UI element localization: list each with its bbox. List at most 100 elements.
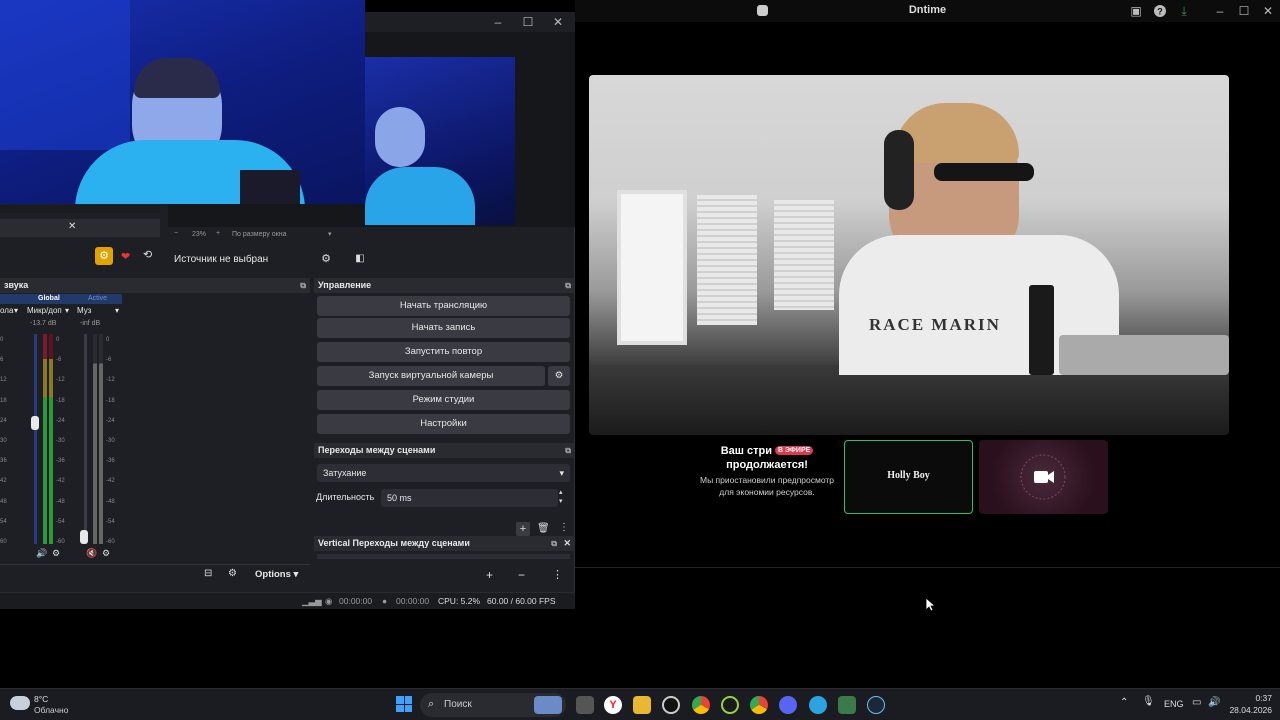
studio-mode-button[interactable]: Режим студии xyxy=(317,390,570,410)
mic-settings-icon[interactable]: ⚙ xyxy=(52,548,60,559)
language-indicator[interactable]: ENG xyxy=(1164,699,1184,709)
source-filters-icon[interactable]: ◧ xyxy=(350,249,370,269)
video-camera-icon xyxy=(1020,454,1066,500)
weather-desc[interactable]: Облачно xyxy=(34,705,68,715)
share-icon[interactable]: ⟲ xyxy=(143,248,152,261)
music-volume-slider-track[interactable] xyxy=(84,334,87,544)
clock-time[interactable]: 0:37 xyxy=(1236,693,1272,703)
stream-time: 00:00:00 xyxy=(339,596,373,606)
banner-note: Мы приостановили предпросмотр для эконом… xyxy=(699,475,835,497)
search-box[interactable]: ⌕ Поиск xyxy=(420,693,566,717)
settings-button[interactable]: Настройки xyxy=(317,414,570,434)
channel-1-label[interactable]: ола xyxy=(0,306,13,315)
close-dock-icon[interactable]: ✕ xyxy=(563,536,571,551)
undock-icon[interactable]: ⧉ xyxy=(565,278,571,293)
duration-stepper[interactable]: ▴ ▾ xyxy=(559,488,563,506)
options-button[interactable]: Options ▾ xyxy=(255,569,298,580)
app-logo-icon xyxy=(757,5,768,16)
thumb-camera[interactable] xyxy=(979,440,1108,514)
heart-icon[interactable]: ❤ xyxy=(121,250,130,263)
weather-temp[interactable]: 8°C xyxy=(34,694,48,704)
download-icon[interactable]: ⤓ xyxy=(1175,3,1193,19)
volume-icon[interactable]: 🔊 xyxy=(1208,697,1220,708)
add-vertical-transition-button[interactable]: + xyxy=(486,568,493,582)
vertical-transition-select[interactable] xyxy=(317,554,570,559)
more-options-icon[interactable]: ⋮ xyxy=(552,568,563,581)
mic-volume-slider-track[interactable] xyxy=(34,334,37,544)
channel-2-chevron-icon[interactable]: ▾ xyxy=(65,306,69,315)
media-icon[interactable]: ▣ xyxy=(1127,3,1145,19)
music-db-readout: -inf dB xyxy=(80,320,101,327)
more-options-icon[interactable]: ⋮ xyxy=(559,522,569,533)
headphones-left xyxy=(884,130,914,210)
maximize-button[interactable]: ☐ xyxy=(1235,3,1253,19)
zoom-in-button[interactable]: + xyxy=(216,230,220,237)
meter-scale-tick: -36 xyxy=(106,458,115,465)
microphone-icon[interactable]: 🎙 xyxy=(1142,696,1155,707)
obs-minimize-button[interactable]: – xyxy=(489,14,507,30)
add-transition-button[interactable]: + xyxy=(516,522,530,536)
music-muted-icon[interactable]: 🔇 xyxy=(86,548,97,559)
windows-start-icon[interactable] xyxy=(396,696,412,712)
trash-icon[interactable]: 🗑 xyxy=(537,523,550,534)
mic-speaker-icon[interactable]: 🔊 xyxy=(36,548,47,559)
steam-icon[interactable] xyxy=(867,696,885,714)
help-icon[interactable]: ? xyxy=(1151,3,1169,19)
gear-icon[interactable]: ⚙ xyxy=(95,247,113,265)
layout-icon[interactable]: ⊟ xyxy=(204,568,212,579)
channel-3-chevron-icon[interactable]: ▾ xyxy=(115,306,119,315)
mixer-tabs: Global Active xyxy=(0,294,122,304)
undock-icon[interactable]: ⧉ xyxy=(551,536,557,551)
chrome-profile-icon[interactable] xyxy=(750,696,768,714)
virtual-camera-gear-icon[interactable]: ⚙ xyxy=(548,366,570,386)
task-view-icon[interactable] xyxy=(576,696,594,714)
clock-date[interactable]: 28.04.2026 xyxy=(1222,705,1272,715)
channel-2-label[interactable]: Микр/доп xyxy=(27,306,62,315)
yandex-browser-icon[interactable]: Y xyxy=(604,696,622,714)
transition-selected: Затухание xyxy=(323,468,367,478)
file-explorer-icon[interactable] xyxy=(633,696,651,714)
meter-scale-tick: -36 xyxy=(56,458,65,465)
duration-input[interactable]: 50 ms xyxy=(381,489,558,507)
source-properties-gear-icon[interactable]: ⚙ xyxy=(316,249,336,269)
undock-icon[interactable]: ⧉ xyxy=(565,443,571,458)
channel-1-chevron-icon[interactable]: ▾ xyxy=(14,306,18,315)
virtual-camera-button[interactable]: Запуск виртуальной камеры xyxy=(317,366,545,386)
display-icon[interactable]: ▭ xyxy=(1192,697,1201,708)
start-record-button[interactable]: Начать запись xyxy=(317,318,570,338)
mixer-settings-icon[interactable]: ⚙ xyxy=(228,568,237,579)
start-replay-button[interactable]: Запустить повтор xyxy=(317,342,570,362)
app-titlebar: Dntime ▣ ? ⤓ – ☐ ✕ xyxy=(575,0,1280,22)
undock-icon[interactable]: ⧉ xyxy=(300,278,306,293)
tab-active[interactable]: Active xyxy=(88,295,107,302)
chevron-up-icon[interactable]: ⌃ xyxy=(1120,697,1128,708)
clear-icon[interactable]: ✕ xyxy=(68,221,76,232)
zoom-fit-select[interactable]: По размеру окна xyxy=(232,231,286,238)
chevron-down-icon[interactable]: ▾ xyxy=(328,230,332,238)
meter-scale-tick: 6 xyxy=(0,357,4,364)
app-icon-green[interactable] xyxy=(721,696,739,714)
obs-maximize-button[interactable]: ☐ xyxy=(519,14,537,30)
discord-icon[interactable] xyxy=(779,696,797,714)
remove-vertical-transition-button[interactable]: − xyxy=(518,568,525,582)
zoom-out-button[interactable]: − xyxy=(174,230,178,237)
start-stream-button[interactable]: Начать трансляцию xyxy=(317,296,570,316)
cloud-icon[interactable] xyxy=(10,696,30,710)
close-button[interactable]: ✕ xyxy=(1259,3,1277,19)
banner-heading-2: продолжается! xyxy=(726,459,808,471)
mic-volume-slider-handle[interactable] xyxy=(31,416,39,430)
blinds-shape xyxy=(697,195,757,325)
minimize-button[interactable]: – xyxy=(1211,3,1229,19)
transition-select[interactable]: Затухание ▾ xyxy=(317,464,570,482)
tab-global[interactable]: Global xyxy=(38,295,60,302)
music-settings-icon[interactable]: ⚙ xyxy=(102,548,110,559)
chrome-icon[interactable] xyxy=(692,696,710,714)
obs-close-button[interactable]: ✕ xyxy=(549,14,567,30)
calculator-icon[interactable] xyxy=(838,696,856,714)
channel-3-label[interactable]: Муз xyxy=(77,306,91,315)
record-time: 00:00:00 xyxy=(396,596,430,606)
music-volume-slider-handle[interactable] xyxy=(80,530,88,544)
thumb-holly-boy[interactable]: Holly Boy xyxy=(844,440,973,514)
telegram-icon[interactable] xyxy=(809,696,827,714)
obs-app-icon[interactable] xyxy=(662,696,680,714)
